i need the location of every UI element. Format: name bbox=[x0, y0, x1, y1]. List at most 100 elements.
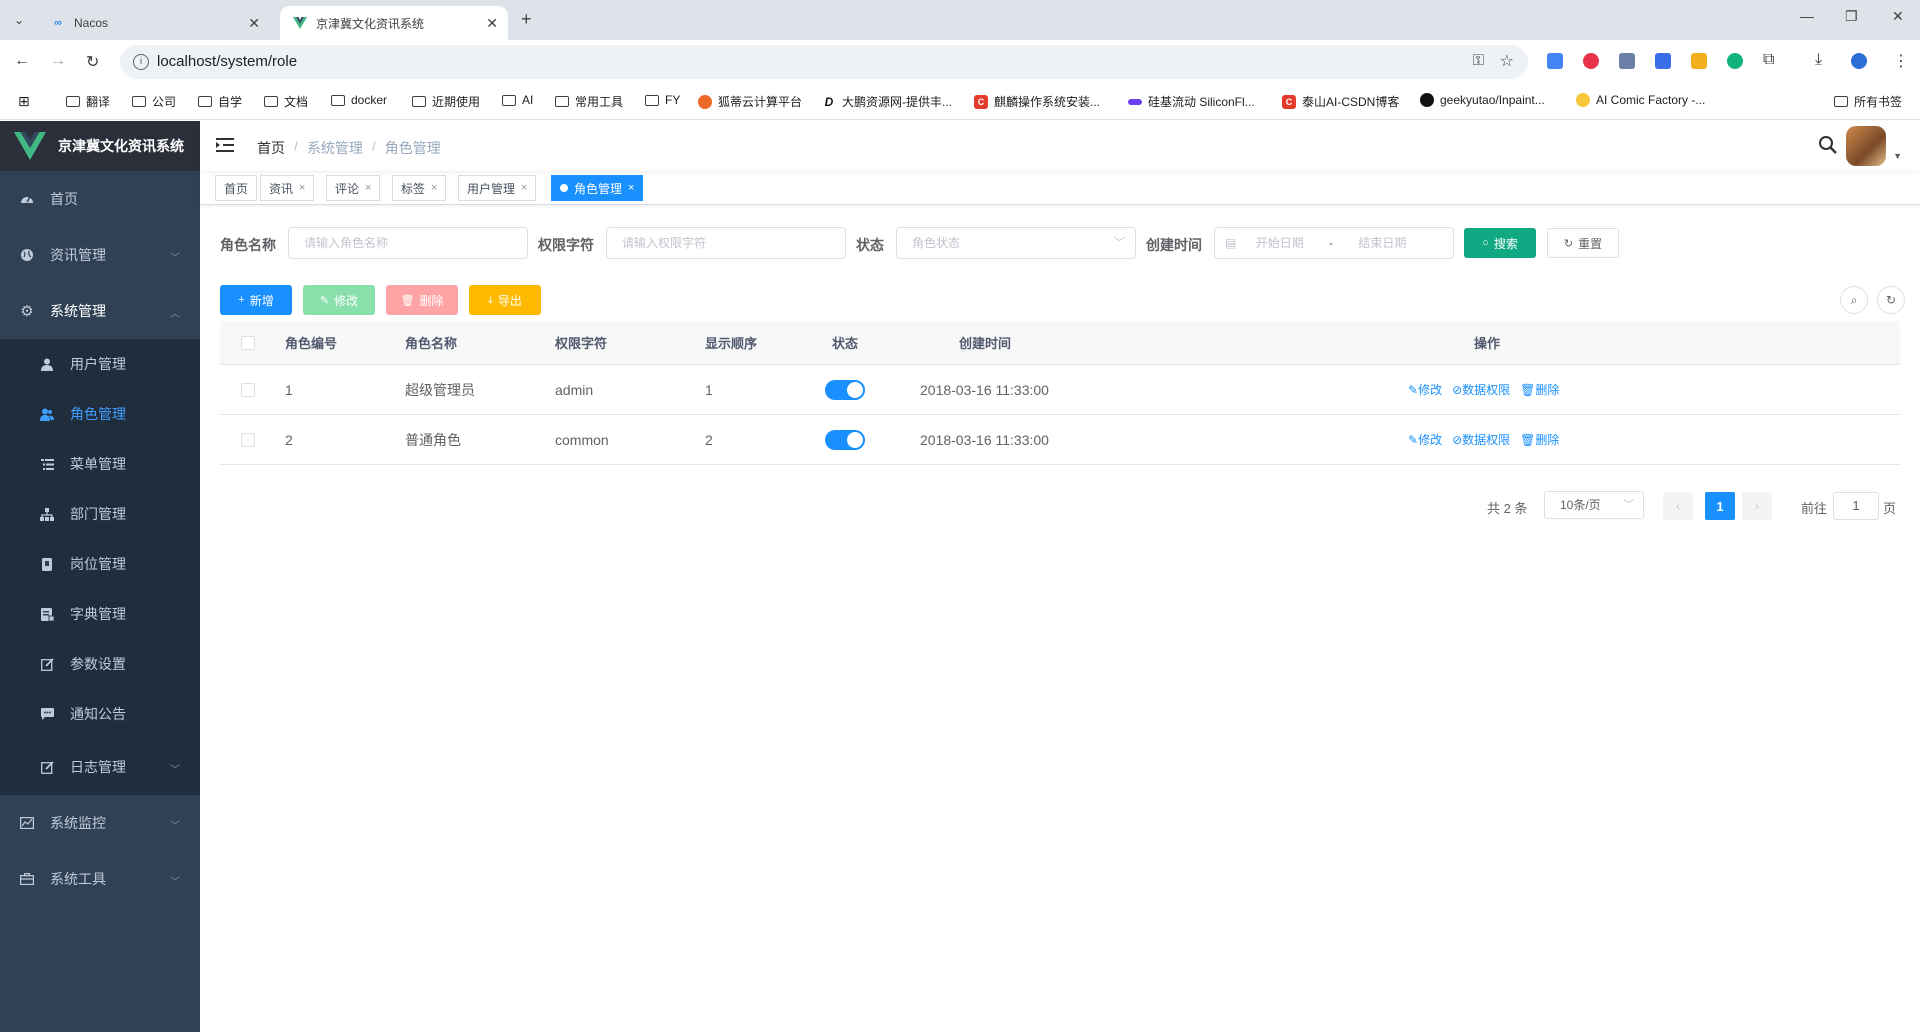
minimize-icon[interactable]: — bbox=[1800, 8, 1814, 24]
role-key-input[interactable]: 请输入权限字符 bbox=[606, 227, 846, 259]
sidebar-logo[interactable]: 京津冀文化资讯系统 bbox=[0, 121, 200, 171]
caret-down-icon[interactable]: ▼ bbox=[1893, 151, 1902, 161]
bookmark-link[interactable]: 硅基流动 SiliconFl... bbox=[1128, 93, 1255, 110]
sidebar-item-monitor[interactable]: 系统监控 ﹀ bbox=[0, 795, 200, 851]
download-icon[interactable]: ⤓ bbox=[1815, 51, 1822, 69]
bookmark-folder[interactable]: 文档 bbox=[264, 93, 308, 110]
reset-button[interactable]: ↻ 重置 bbox=[1547, 228, 1619, 258]
bookmark-folder[interactable]: 自学 bbox=[198, 93, 242, 110]
sidebar-item-roles[interactable]: 角色管理 bbox=[0, 389, 200, 439]
browser-tab-nacos[interactable]: ∞ Nacos ✕ bbox=[38, 6, 270, 40]
extension-chart-icon[interactable] bbox=[1547, 53, 1563, 69]
more-menu-icon[interactable]: ⋮ bbox=[1893, 51, 1909, 71]
close-window-icon[interactable]: ✕ bbox=[1892, 8, 1904, 25]
bookmark-folder[interactable]: 翻译 bbox=[66, 93, 110, 110]
prev-page-button[interactable]: ‹ bbox=[1663, 492, 1693, 520]
close-tab-icon[interactable]: ✕ bbox=[248, 15, 260, 32]
sidebar-item-posts[interactable]: 岗位管理 bbox=[0, 539, 200, 589]
edit-button[interactable]: ✎ 修改 bbox=[303, 285, 375, 315]
extensions-puzzle-icon[interactable]: ⧉ bbox=[1763, 51, 1774, 69]
close-icon[interactable]: × bbox=[628, 182, 634, 194]
sidebar-item-news[interactable]: 资讯管理 ﹀ bbox=[0, 227, 200, 283]
row-edit-link[interactable]: ✎修改 bbox=[1408, 381, 1442, 398]
tag-news[interactable]: 资讯 × bbox=[260, 175, 315, 201]
restore-icon[interactable]: ❐ bbox=[1845, 8, 1858, 25]
goto-page-input[interactable]: 1 bbox=[1833, 492, 1879, 520]
close-icon[interactable]: × bbox=[431, 182, 437, 194]
role-name-input[interactable]: 请输入角色名称 bbox=[288, 227, 528, 259]
url-text[interactable]: localhost/system/role bbox=[157, 53, 297, 70]
bookmark-folder[interactable]: 公司 bbox=[132, 93, 176, 110]
avatar[interactable] bbox=[1846, 126, 1886, 166]
table-row[interactable]: 1 超级管理员 admin 1 2018-03-16 11:33:00 ✎修改 … bbox=[220, 365, 1900, 415]
close-icon[interactable]: × bbox=[299, 182, 305, 194]
row-edit-link[interactable]: ✎修改 bbox=[1408, 431, 1442, 448]
row-checkbox[interactable] bbox=[241, 415, 255, 464]
extension-jh-icon[interactable] bbox=[1655, 53, 1671, 69]
status-switch[interactable] bbox=[825, 415, 865, 464]
bookmark-star-icon[interactable]: ☆ bbox=[1500, 51, 1514, 71]
toggle-search-button[interactable]: ⌕ bbox=[1840, 286, 1868, 314]
add-button[interactable]: + 新增 bbox=[220, 285, 292, 315]
site-info-icon[interactable]: i bbox=[133, 54, 149, 70]
sidebar-item-depts[interactable]: 部门管理 bbox=[0, 489, 200, 539]
tag-roles[interactable]: 角色管理 × bbox=[551, 175, 644, 201]
sidebar-item-home[interactable]: 首页 bbox=[0, 171, 200, 227]
sidebar-item-system[interactable]: ⚙ 系统管理 ︿ bbox=[0, 283, 200, 339]
bookmark-folder[interactable]: docker bbox=[331, 93, 387, 107]
select-all-checkbox[interactable] bbox=[241, 321, 255, 364]
start-date-placeholder[interactable]: 开始日期 bbox=[1256, 236, 1304, 250]
close-icon[interactable]: × bbox=[521, 182, 527, 194]
row-checkbox[interactable] bbox=[241, 365, 255, 414]
bookmark-link[interactable]: D 大鹏资源网-提供丰... bbox=[822, 93, 952, 110]
sidebar-item-dicts[interactable]: 字典管理 bbox=[0, 589, 200, 639]
sidebar-item-tools[interactable]: 系统工具 ﹀ bbox=[0, 851, 200, 907]
date-range-picker[interactable]: ▤ 开始日期 - 结束日期 bbox=[1214, 227, 1454, 259]
close-tab-icon[interactable]: ✕ bbox=[486, 15, 498, 32]
page-number-current[interactable]: 1 bbox=[1705, 492, 1735, 520]
extension-icon[interactable] bbox=[1691, 53, 1707, 69]
row-delete-link[interactable]: 🗑删除 bbox=[1520, 381, 1559, 398]
tag-labels[interactable]: 标签 × bbox=[392, 175, 447, 201]
extension-pocket-icon[interactable] bbox=[1583, 53, 1599, 69]
refresh-button[interactable]: ↻ bbox=[1877, 286, 1905, 314]
end-date-placeholder[interactable]: 结束日期 bbox=[1358, 236, 1406, 250]
back-icon[interactable]: ← bbox=[14, 52, 30, 70]
bookmark-folder[interactable]: 近期使用 bbox=[412, 93, 480, 110]
sidebar-item-logs[interactable]: 日志管理 ﹀ bbox=[0, 739, 200, 795]
table-row[interactable]: 2 普通角色 common 2 2018-03-16 11:33:00 ✎修改 … bbox=[220, 415, 1900, 465]
forward-icon[interactable]: → bbox=[50, 52, 66, 70]
bookmark-folder[interactable]: 常用工具 bbox=[555, 93, 623, 110]
bookmark-link[interactable]: 狐蒂云计算平台 bbox=[698, 93, 802, 110]
sidebar-item-config[interactable]: 参数设置 bbox=[0, 639, 200, 689]
bookmark-link[interactable]: C 麒麟操作系统安装... bbox=[974, 93, 1100, 110]
tag-home[interactable]: 首页 bbox=[215, 175, 258, 201]
all-bookmarks[interactable]: 所有书签 bbox=[1834, 93, 1902, 110]
bookmark-link[interactable]: geekyutao/Inpaint... bbox=[1420, 93, 1545, 107]
tag-users[interactable]: 用户管理 × bbox=[458, 175, 537, 201]
address-bar[interactable]: i localhost/system/role ⚿ ☆ bbox=[120, 45, 1528, 79]
sidebar-item-users[interactable]: 用户管理 bbox=[0, 339, 200, 389]
row-data-scope-link[interactable]: ⊘数据权限 bbox=[1452, 431, 1510, 448]
bookmark-folder[interactable]: AI bbox=[502, 93, 533, 107]
new-tab-icon[interactable]: + bbox=[521, 9, 532, 30]
delete-button[interactable]: 🗑 删除 bbox=[386, 285, 458, 315]
row-delete-link[interactable]: 🗑删除 bbox=[1520, 431, 1559, 448]
close-icon[interactable]: × bbox=[365, 182, 371, 194]
hamburger-icon[interactable] bbox=[216, 137, 234, 153]
search-icon[interactable] bbox=[1818, 135, 1838, 155]
bookmark-link[interactable]: C 泰山AI-CSDN博客 bbox=[1282, 93, 1399, 110]
tag-comments[interactable]: 评论 × bbox=[326, 175, 381, 201]
password-key-icon[interactable]: ⚿ bbox=[1473, 52, 1484, 69]
export-button[interactable]: ⤓ 导出 bbox=[469, 285, 541, 315]
page-size-select[interactable]: 10条/页 ﹀ bbox=[1544, 491, 1644, 519]
tab-search-icon[interactable]: ⌄ bbox=[8, 9, 30, 31]
sidebar-item-menus[interactable]: 菜单管理 bbox=[0, 439, 200, 489]
extension-icon[interactable] bbox=[1619, 53, 1635, 69]
reload-icon[interactable]: ↻ bbox=[86, 52, 99, 72]
bookmark-folder[interactable]: FY bbox=[645, 93, 680, 107]
profile-icon[interactable] bbox=[1851, 53, 1867, 69]
next-page-button[interactable]: › bbox=[1742, 492, 1772, 520]
status-select[interactable]: 角色状态 ﹀ bbox=[896, 227, 1136, 259]
row-data-scope-link[interactable]: ⊘数据权限 bbox=[1452, 381, 1510, 398]
